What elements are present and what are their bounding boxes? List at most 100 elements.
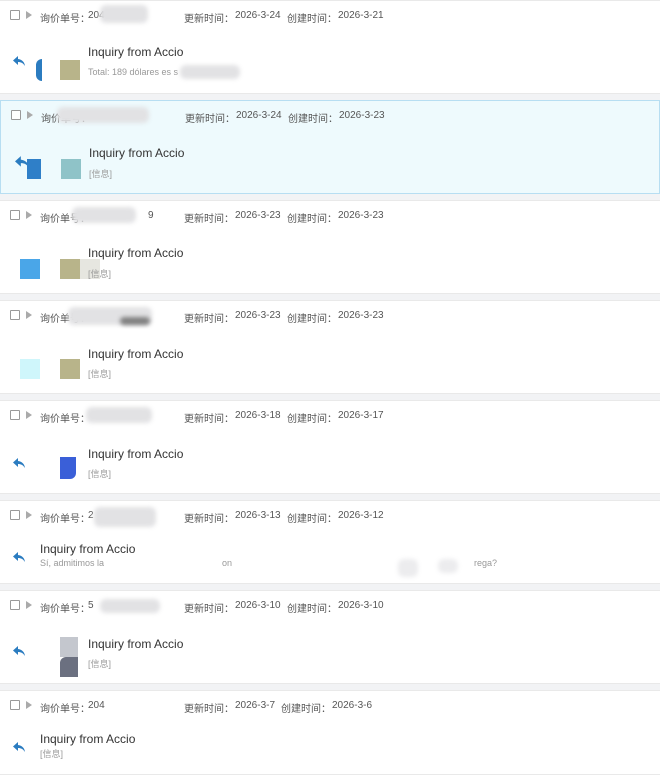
inquiry-title[interactable]: Inquiry from Accio [88,45,183,59]
expand-caret-icon[interactable] [26,311,32,319]
select-checkbox[interactable] [10,310,20,320]
created-label: 创建时间： [287,604,337,615]
select-checkbox[interactable] [10,600,20,610]
avatar [36,59,42,81]
updated-value: 2026-3-24 [236,110,282,121]
created-value: 2026-3-6 [332,700,373,711]
created-label: 创建时间： [287,14,337,25]
inquiry-preview: [信息] [88,369,112,379]
inquiry-card[interactable]: 询价单号： 2 更新时间： 2026-3-13 创建时间： 2026-3-12 … [0,500,660,584]
redacted-blur [72,207,136,223]
redacted-blur [86,407,152,423]
select-checkbox[interactable] [10,510,20,520]
updated-label: 更新时间： [185,114,235,125]
product-thumbnail [60,359,80,379]
expand-caret-icon[interactable] [26,411,32,419]
created-label: 创建时间： [281,704,331,715]
product-thumbnail [61,159,81,179]
redacted-blur [100,5,148,23]
inquiry-card[interactable]: 询价单号： 5 更新时间： 2026-3-10 创建时间： 2026-3-10 … [0,590,660,684]
inquiry-preview: [信息] [40,749,64,759]
select-checkbox[interactable] [10,700,20,710]
inquiry-title[interactable]: Inquiry from Accio [88,637,183,651]
expand-caret-icon[interactable] [26,601,32,609]
product-thumbnail [60,457,76,479]
select-checkbox[interactable] [10,10,20,20]
inquiry-preview-mid: on [222,558,233,568]
inquiry-card[interactable]: 询价单号： 204 更新时间： 2026-3-7 创建时间： 2026-3-6 … [0,690,660,775]
redacted-blur [57,107,149,123]
created-label: 创建时间： [287,314,337,325]
updated-value: 2026-3-24 [235,10,281,21]
inquiry-card[interactable]: 询价单号： 9 更新时间： 2026-3-23 创建时间： 2026-3-23 … [0,200,660,294]
avatar [20,259,40,279]
inquiry-no-label: 询价单号： [40,604,90,615]
created-value: 2026-3-12 [338,510,384,521]
inquiry-title[interactable]: Inquiry from Accio [40,542,135,556]
created-value: 2026-3-23 [338,210,384,221]
inquiry-title[interactable]: Inquiry from Accio [88,447,183,461]
created-label: 创建时间： [287,514,337,525]
reply-icon[interactable] [12,55,26,67]
reply-icon[interactable] [12,645,26,657]
created-label: 创建时间： [287,214,337,225]
inquiry-title[interactable]: Inquiry from Accio [89,146,184,160]
inquiry-card[interactable]: 询价单号： 204 更新时间： 2026-3-24 创建时间： 2026-3-2… [0,0,660,94]
updated-label: 更新时间： [184,604,234,615]
product-thumbnail [60,657,78,677]
select-checkbox[interactable] [10,410,20,420]
created-label: 创建时间： [288,114,338,125]
inquiry-title[interactable]: Inquiry from Accio [88,347,183,361]
inquiry-card-selected[interactable]: 询价单号： 更新时间： 2026-3-24 创建时间： 2026-3-23 In… [0,100,660,194]
redacted-blur [398,559,418,577]
created-value: 2026-3-17 [338,410,384,421]
expand-caret-icon[interactable] [26,511,32,519]
inquiry-no-value: 204 [88,700,105,711]
inquiry-preview: [信息] [88,469,112,479]
redacted-blur [100,599,160,613]
redacted-blur [94,507,156,527]
redacted-blur [120,317,150,325]
inquiry-preview: [信息] [88,269,112,279]
inquiry-no-label: 询价单号： [40,514,90,525]
inquiry-meta: 询价单号： 204 更新时间： 2026-3-7 创建时间： 2026-3-6 [8,699,648,715]
inquiry-card[interactable]: 询价单号： 更新时间： 2026-3-18 创建时间： 2026-3-17 In… [0,400,660,494]
product-thumbnail [60,259,80,279]
created-value: 2026-3-23 [339,110,385,121]
expand-caret-icon[interactable] [27,111,33,119]
updated-label: 更新时间： [184,214,234,225]
inquiry-card[interactable]: 询价单号： 更新时间： 2026-3-23 创建时间： 2026-3-23 In… [0,300,660,394]
avatar [27,159,41,179]
redacted-blur [180,65,240,79]
updated-value: 2026-3-23 [235,310,281,321]
reply-icon[interactable] [12,457,26,469]
updated-value: 2026-3-18 [235,410,281,421]
created-value: 2026-3-10 [338,600,384,611]
updated-value: 2026-3-10 [235,600,281,611]
created-value: 2026-3-21 [338,10,384,21]
select-checkbox[interactable] [11,110,21,120]
inquiry-preview: Total: 189 dólares es s [88,67,179,77]
inquiry-no-value: 5 [88,600,94,611]
updated-label: 更新时间： [184,514,234,525]
reply-icon[interactable] [12,551,26,563]
inquiry-no-label: 询价单号： [40,414,90,425]
inquiry-title[interactable]: Inquiry from Accio [40,732,135,746]
product-thumbnail [60,60,80,80]
inquiry-title[interactable]: Inquiry from Accio [88,246,183,260]
reply-icon[interactable] [12,741,26,753]
avatar [20,359,40,379]
updated-label: 更新时间： [184,14,234,25]
expand-caret-icon[interactable] [26,11,32,19]
created-value: 2026-3-23 [338,310,384,321]
updated-value: 2026-3-7 [235,700,276,711]
inquiry-no-value: 9 [148,210,154,221]
select-checkbox[interactable] [10,210,20,220]
updated-label: 更新时间： [184,414,234,425]
inquiry-no-value: 2 [88,510,94,521]
updated-value: 2026-3-23 [235,210,281,221]
redacted-blur [438,559,458,573]
product-thumbnail [60,637,78,657]
expand-caret-icon[interactable] [26,701,32,709]
expand-caret-icon[interactable] [26,211,32,219]
